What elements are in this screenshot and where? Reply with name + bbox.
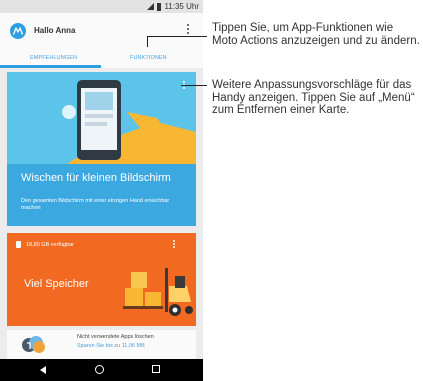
storage-card[interactable]: 18,80 GB verfügbar Viel Speicher	[7, 233, 196, 326]
card-menu-icon[interactable]	[182, 81, 186, 91]
forklift-boxes-illustration	[123, 268, 193, 316]
selected-tab-indicator	[0, 65, 101, 68]
status-bar: 11:35 Uhr	[0, 0, 203, 13]
back-icon[interactable]	[40, 366, 46, 374]
storage-available: 18,80 GB verfügbar	[26, 242, 75, 248]
unused-apps-card[interactable]: Nicht verwendete Apps löschen Sparen Sie…	[7, 330, 196, 359]
signal-icon	[147, 3, 155, 10]
moto-logo-icon	[10, 23, 26, 39]
sd-card-icon	[16, 241, 21, 248]
swipe-card-title: Wischen für kleinen Bildschirm	[21, 172, 171, 184]
storage-card-title: Viel Speicher	[24, 278, 89, 290]
card-menu-icon[interactable]	[172, 240, 176, 250]
tab-funktionen[interactable]: FUNKTIONEN	[130, 55, 167, 61]
overflow-menu-icon[interactable]	[185, 24, 191, 36]
callout-line-1-drop	[147, 36, 148, 47]
tab-empfehlungen[interactable]: EMPFEHLUNGEN	[30, 55, 77, 61]
recent-apps-icon[interactable]	[152, 365, 160, 373]
unused-apps-subtitle[interactable]: Sparen Sie bis zu 11,96 MB	[77, 343, 145, 349]
callout-card-menu: Weitere Anpassungsvorschläge für das Han…	[212, 79, 415, 116]
callout-funktionen: Tippen Sie, um App-Funktionen wie Moto A…	[212, 22, 420, 47]
greeting: Hallo Anna	[34, 26, 76, 35]
apps-icon	[22, 336, 45, 353]
swipe-card-subtitle: Den gesamten Bildschirm mit einer einzig…	[21, 198, 170, 211]
status-time: 11:35 Uhr	[164, 2, 199, 11]
phone-in-hand-illustration	[7, 72, 196, 164]
battery-icon	[157, 2, 162, 11]
app-bar: Hallo Anna EMPFEHLUNGEN FUNKTIONEN	[0, 13, 203, 68]
navigation-bar	[0, 359, 203, 381]
unused-apps-title: Nicht verwendete Apps löschen	[77, 334, 154, 340]
home-icon[interactable]	[95, 365, 104, 374]
swipe-card[interactable]: Wischen für kleinen Bildschirm Den gesam…	[7, 72, 196, 226]
callout-line-2	[181, 85, 207, 86]
callout-line-1	[147, 36, 207, 37]
phone-screen: 11:35 Uhr Hallo Anna EMPFEHLUNGEN FUNKTI…	[0, 0, 203, 381]
